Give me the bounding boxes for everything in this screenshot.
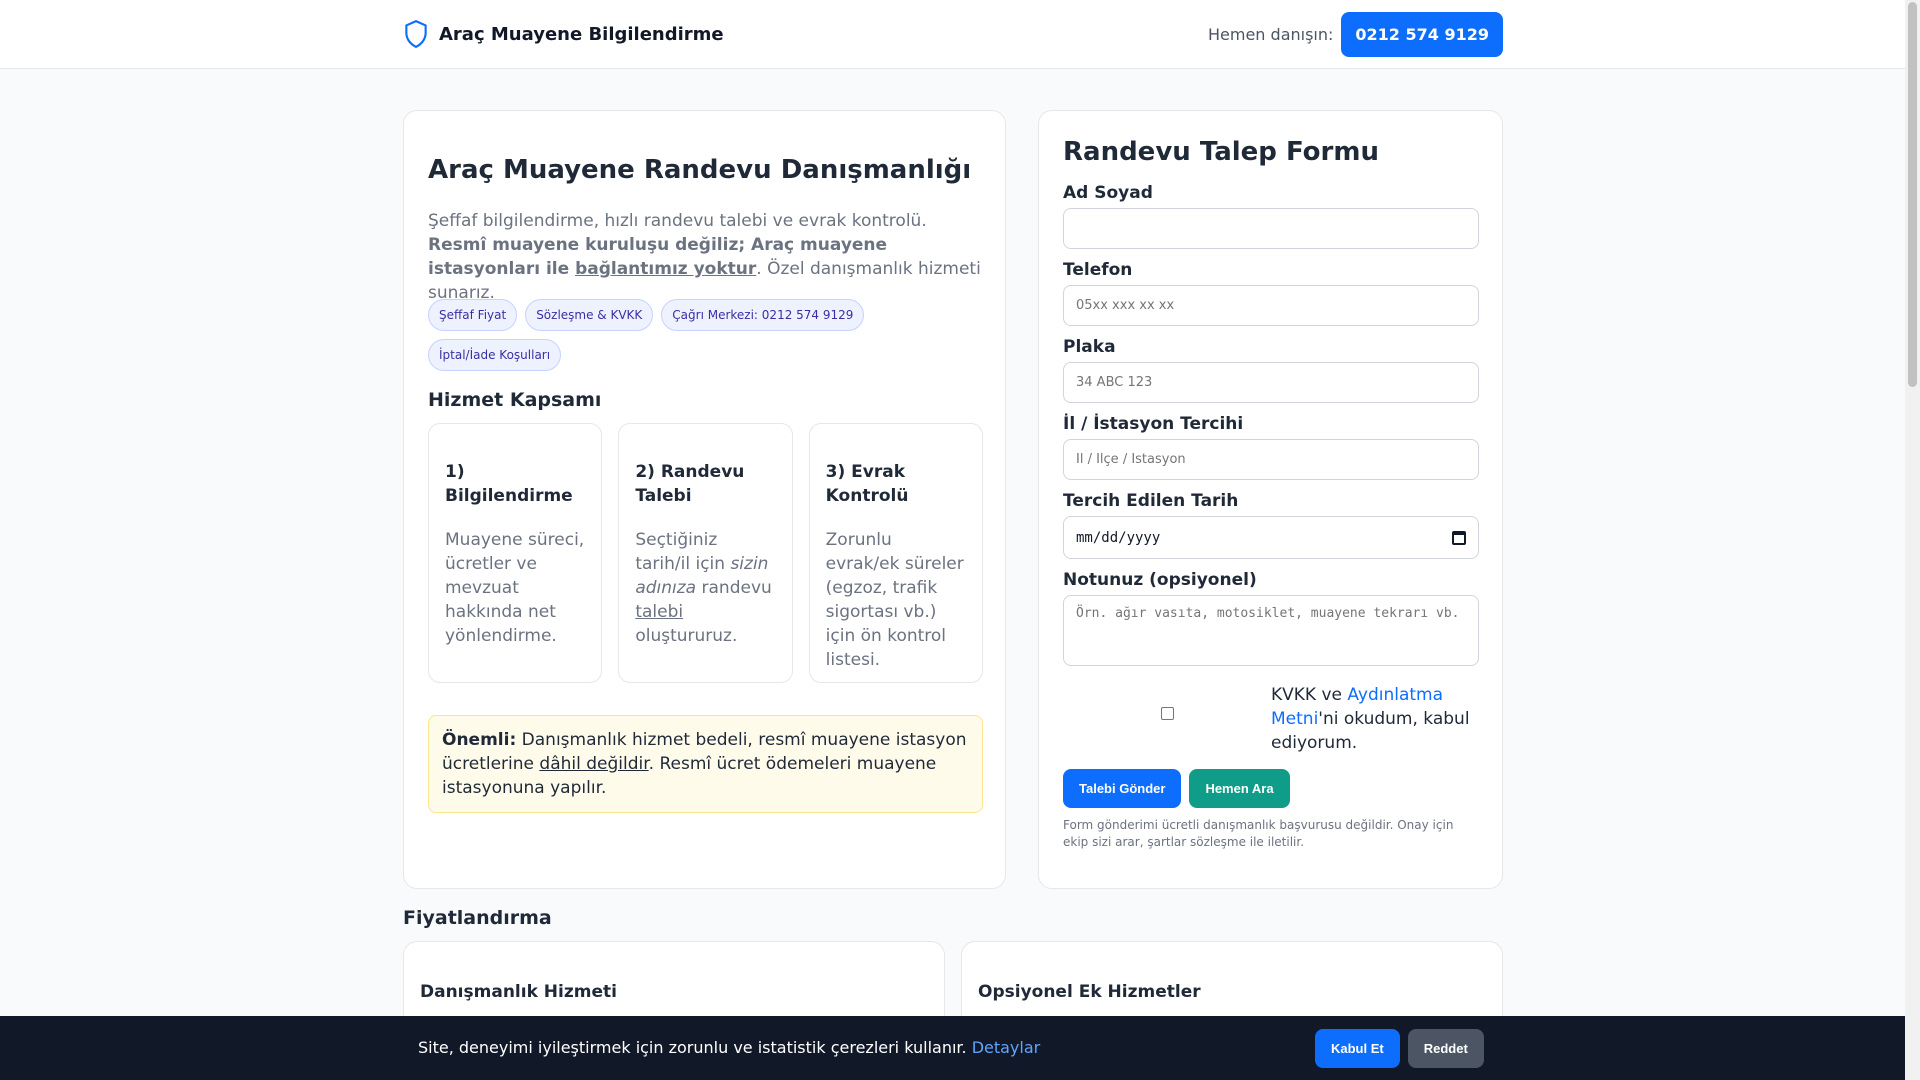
scrollbar-thumb[interactable] [1908,2,1917,387]
station-label: İl / İstasyon Tercihi [1063,414,1244,434]
step-title: 1) Bilgilendirme [445,462,573,506]
phone-label: Telefon [1063,260,1133,280]
pill-transparent-price[interactable]: Şeffaf Fiyat [428,299,518,331]
brand[interactable]: Araç Muayene Bilgilendirme [403,19,724,49]
kvkk-checkbox[interactable] [1160,707,1174,720]
phone-input[interactable] [1063,285,1479,326]
scope-title: Hizmet Kapsamı [428,389,602,411]
pricing-card-title: Opsiyonel Ek Hizmetler [978,982,1201,1002]
form-actions: Talebi Gönder Hemen Ara [1063,769,1290,808]
kvkk-prefix: KVKK ve [1271,685,1348,705]
phone-field-group: Telefon [1063,260,1479,326]
appointment-form-card: Randevu Talep Formu Ad Soyad Telefon Pla… [1038,110,1503,889]
cookie-message: Site, deneyimi iyileştirmek için zorunlu… [418,1038,972,1057]
name-input[interactable] [1063,208,1479,249]
plate-field-group: Plaka [1063,337,1479,403]
date-value: mm/dd/yyyy [1076,529,1161,546]
page-scrollbar[interactable] [1905,0,1920,1080]
name-field-group: Ad Soyad [1063,183,1479,249]
step-text: Seçtiğiniz tarih/il için sizin adınıza r… [635,528,775,648]
pricing-card-title: Danışmanlık Hizmeti [420,982,617,1002]
form-footnote: Form gönderimi ücretli danışmanlık başvu… [1063,818,1454,849]
form-title: Randevu Talep Formu [1063,137,1379,167]
shield-icon [405,20,427,48]
note-textarea[interactable] [1063,595,1479,666]
step-card: 2) Randevu Talebi Seçtiğiniz tarih/il iç… [618,423,793,683]
pill-contract-kvkk[interactable]: Sözleşme & KVKK [525,299,654,331]
intro-text: Şeffaf bilgilendirme, hızlı randevu tale… [428,209,983,305]
plate-label: Plaka [1063,337,1116,357]
step-card: 1) Bilgilendirme Muayene süreci, ücretle… [428,423,603,683]
notice-label: Önemli: [442,730,517,750]
submit-request-button[interactable]: Talebi Gönder [1063,769,1182,808]
call-now-button[interactable]: Hemen Ara [1189,769,1290,808]
cookie-text: Site, deneyimi iyileştirmek için zorunlu… [418,1038,1040,1057]
intro-card: Araç Muayene Randevu Danışmanlığı Şeffaf… [403,110,1006,889]
kvkk-text: KVKK ve Aydınlatma Metni'ni okudum, kabu… [1271,683,1479,755]
info-pills: Şeffaf Fiyat Sözleşme & KVKK Çağrı Merke… [428,299,983,371]
cookie-details-link[interactable]: Detaylar [972,1038,1041,1057]
step-text: Zorunlu evrak/ek süreler (egzoz, trafik … [825,530,964,670]
date-input[interactable]: mm/dd/yyyy [1063,516,1479,559]
plate-input[interactable] [1063,362,1479,403]
step-text: Muayene süreci, ücretler ve mevzuat hakk… [445,530,585,646]
header-phone-button[interactable]: 0212 574 9129 [1341,12,1503,57]
calendar-icon[interactable] [1452,530,1466,545]
pill-cancel-refund[interactable]: İptal/İade Koşulları [428,339,562,371]
step-text-part: randevu [696,578,772,598]
step-title: 2) Randevu Talebi [635,462,745,506]
note-field-group: Notunuz (opsiyonel) [1063,570,1479,670]
pricing-title: Fiyatlandırma [403,907,552,929]
intro-text-underline: bağlantımız yoktur [575,259,757,279]
intro-text-plain: Şeffaf bilgilendirme, hızlı randevu tale… [428,211,927,231]
step-text-part: Seçtiğiniz tarih/il için [635,530,731,574]
step-card: 3) Evrak Kontrolü Zorunlu evrak/ek sürel… [808,423,983,683]
station-input[interactable] [1063,439,1479,480]
note-label: Notunuz (opsiyonel) [1063,570,1257,590]
cookie-banner: Site, deneyimi iyileştirmek için zorunlu… [0,1016,1905,1080]
cookie-accept-button[interactable]: Kabul Et [1315,1029,1400,1068]
brand-title: Araç Muayene Bilgilendirme [439,23,724,45]
pill-call-center[interactable]: Çağrı Merkezi: 0212 574 9129 [661,299,865,331]
name-label: Ad Soyad [1063,183,1153,203]
consult-label: Hemen danışın: [1208,25,1334,44]
kvkk-checkbox-wrap [1063,683,1271,720]
step-title: 3) Evrak Kontrolü [825,462,909,506]
cookie-actions: Kabul Et Reddet [1315,1029,1484,1068]
station-field-group: İl / İstasyon Tercihi [1063,414,1479,480]
important-notice: Önemli: Danışmanlık hizmet bedeli, resmî… [428,715,983,813]
step-text-underline: talebi [635,602,684,622]
cookie-reject-button[interactable]: Reddet [1407,1029,1484,1068]
date-field-group: Tercih Edilen Tarih mm/dd/yyyy [1063,491,1479,559]
top-header: Araç Muayene Bilgilendirme Hemen danışın… [0,0,1905,69]
notice-text-underline: dâhil değildir [539,754,649,774]
scope-steps: 1) Bilgilendirme Muayene süreci, ücretle… [428,423,983,683]
step-text-part: oluştururuz. [635,626,738,646]
page-title: Araç Muayene Randevu Danışmanlığı [428,155,972,185]
date-label: Tercih Edilen Tarih [1063,491,1239,511]
kvkk-consent: KVKK ve Aydınlatma Metni'ni okudum, kabu… [1063,683,1479,755]
